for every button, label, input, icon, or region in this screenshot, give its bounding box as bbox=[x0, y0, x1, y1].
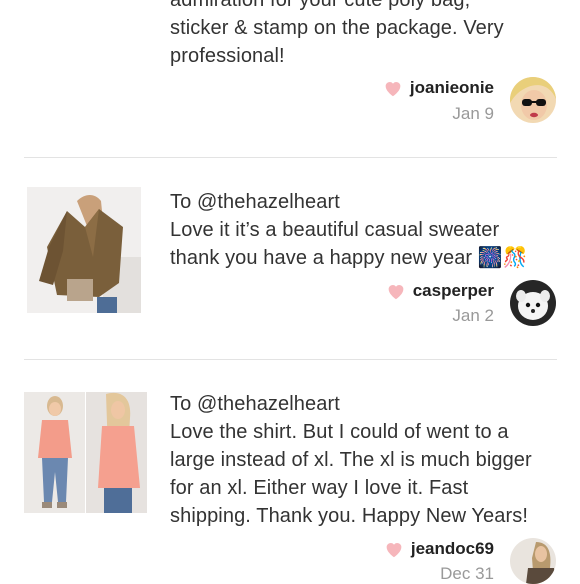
heart-icon bbox=[386, 543, 402, 558]
review-date: Jan 2 bbox=[452, 306, 494, 325]
username[interactable]: joanieonie bbox=[410, 78, 494, 98]
heart-icon bbox=[385, 82, 401, 97]
review-text: To @thehazelheart Love the shirt. But I … bbox=[170, 390, 570, 530]
username[interactable]: casperper bbox=[413, 281, 494, 301]
review-line: Love it it’s a beautiful casual sweater bbox=[170, 219, 500, 241]
review-author[interactable]: joanieonie bbox=[382, 77, 494, 99]
product-thumbnail[interactable] bbox=[24, 392, 147, 513]
heart-icon bbox=[388, 285, 404, 300]
recipient[interactable]: To @thehazelheart bbox=[170, 390, 570, 418]
review-line-with-emoji: thank you have a happy new year 🎆🎊 bbox=[170, 244, 570, 272]
sunglasses-avatar[interactable] bbox=[510, 77, 556, 123]
party-icon: 🎊 bbox=[502, 247, 528, 269]
white-dog-avatar[interactable] bbox=[510, 280, 556, 326]
username[interactable]: jeandoc69 bbox=[411, 539, 494, 559]
review-date: Dec 31 bbox=[440, 564, 494, 583]
review-text: To @thehazelheart Love it it’s a beautif… bbox=[170, 188, 570, 272]
review-line: thank you have a happy new year bbox=[170, 247, 473, 269]
divider bbox=[24, 157, 557, 158]
review-date: Jan 9 bbox=[452, 104, 494, 123]
review-author[interactable]: jeandoc69 bbox=[383, 538, 494, 560]
review-line: for an xl. Either way I love it. Fast bbox=[170, 477, 469, 499]
review-line: large instead of xl. The xl is much bigg… bbox=[170, 449, 532, 471]
product-thumbnail[interactable] bbox=[27, 187, 141, 313]
recipient[interactable]: To @thehazelheart bbox=[170, 188, 570, 216]
review-line: admiration for your cute poly bag, bbox=[170, 0, 471, 11]
review-line: Love the shirt. But I could of went to a bbox=[170, 421, 509, 443]
person-avatar[interactable] bbox=[510, 538, 556, 584]
divider bbox=[24, 359, 557, 360]
review-text: admiration for your cute poly bag, stick… bbox=[170, 0, 570, 70]
review-line: sticker & stamp on the package. Very bbox=[170, 17, 504, 39]
review-line: shipping. Thank you. Happy New Years! bbox=[170, 505, 528, 527]
fireworks-icon: 🎆 bbox=[477, 247, 503, 269]
review-line: professional! bbox=[170, 45, 285, 67]
review-author[interactable]: casperper bbox=[385, 280, 494, 302]
